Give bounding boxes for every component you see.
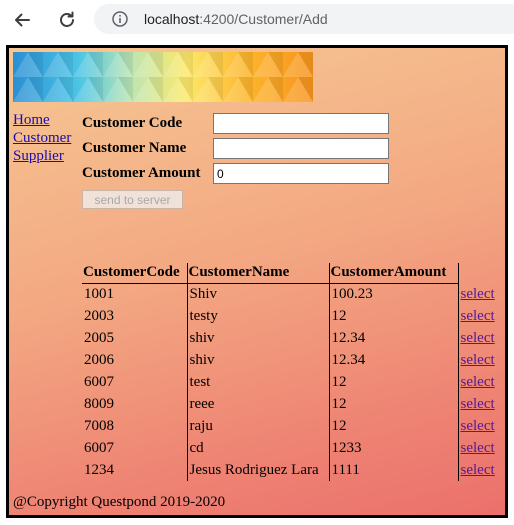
customer-amount-label: Customer Amount bbox=[82, 165, 201, 181]
select-link[interactable]: select bbox=[461, 308, 495, 324]
cell-name: test bbox=[187, 371, 330, 393]
cell-name: testy bbox=[187, 305, 330, 327]
table-row: 1234 Jesus Rodriguez Lara 1111 select bbox=[82, 459, 500, 481]
cell-amount: 12 bbox=[329, 415, 459, 437]
nav-link-supplier[interactable]: Supplier bbox=[13, 147, 71, 165]
cell-amount: 100.23 bbox=[329, 283, 459, 305]
cell-amount: 12 bbox=[329, 305, 459, 327]
cell-name: Jesus Rodriguez Lara bbox=[187, 459, 330, 481]
select-link[interactable]: select bbox=[461, 330, 495, 346]
cell-name: Shiv bbox=[187, 283, 330, 305]
nav-link-customer[interactable]: Customer bbox=[13, 129, 71, 147]
table-row: 2006 shiv 12.34 select bbox=[82, 349, 500, 371]
select-link[interactable]: select bbox=[461, 374, 495, 390]
reload-icon[interactable] bbox=[54, 7, 80, 33]
back-arrow-icon[interactable] bbox=[9, 7, 35, 33]
info-icon[interactable] bbox=[112, 11, 128, 27]
table-row: 2005 shiv 12.34 select bbox=[82, 327, 500, 349]
sidebar-nav: Home Customer Supplier bbox=[13, 111, 71, 165]
cell-code: 2005 bbox=[82, 327, 188, 349]
header-action bbox=[458, 263, 500, 283]
customer-table: CustomerCode CustomerName CustomerAmount… bbox=[82, 263, 500, 481]
url-host: localhost bbox=[144, 11, 200, 27]
table-row: 1001 Shiv 100.23 select bbox=[82, 283, 500, 305]
header-customer-name: CustomerName bbox=[187, 263, 330, 284]
browser-toolbar: localhost:4200/Customer/Add bbox=[0, 0, 514, 40]
cell-amount: 12 bbox=[329, 371, 459, 393]
table-header-row: CustomerCode CustomerName CustomerAmount bbox=[82, 263, 500, 284]
cell-name: cd bbox=[187, 437, 330, 459]
table-row: 6007 cd 1233 select bbox=[82, 437, 500, 459]
cell-amount: 12 bbox=[329, 393, 459, 415]
table-row: 6007 test 12 select bbox=[82, 371, 500, 393]
customer-code-label: Customer Code bbox=[82, 115, 183, 131]
cell-amount: 12.34 bbox=[329, 327, 459, 349]
nav-link-home[interactable]: Home bbox=[13, 111, 71, 129]
banner-image bbox=[13, 52, 313, 102]
customer-name-input[interactable] bbox=[213, 138, 389, 159]
cell-code: 2006 bbox=[82, 349, 188, 371]
cell-name: shiv bbox=[187, 327, 330, 349]
cell-amount: 12.34 bbox=[329, 349, 459, 371]
cell-code: 2003 bbox=[82, 305, 188, 327]
cell-code: 1001 bbox=[82, 283, 188, 305]
cell-name: raju bbox=[187, 415, 330, 437]
header-customer-amount: CustomerAmount bbox=[329, 263, 459, 284]
footer-copyright: @Copyright Questpond 2019-2020 bbox=[13, 494, 226, 510]
select-link[interactable]: select bbox=[461, 352, 495, 368]
cell-code: 1234 bbox=[82, 459, 188, 481]
cell-amount: 1111 bbox=[329, 459, 459, 481]
select-link[interactable]: select bbox=[461, 418, 495, 434]
table-row: 7008 raju 12 select bbox=[82, 415, 500, 437]
cell-name: shiv bbox=[187, 349, 330, 371]
url-path: :4200/Customer/Add bbox=[199, 11, 328, 27]
table-row: 2003 testy 12 select bbox=[82, 305, 500, 327]
cell-name: reee bbox=[187, 393, 330, 415]
cell-amount: 1233 bbox=[329, 437, 459, 459]
customer-code-input[interactable] bbox=[213, 113, 389, 134]
cell-code: 7008 bbox=[82, 415, 188, 437]
customer-name-label: Customer Name bbox=[82, 140, 187, 156]
url-text[interactable]: localhost:4200/Customer/Add bbox=[144, 11, 328, 27]
cell-code: 6007 bbox=[82, 371, 188, 393]
select-link[interactable]: select bbox=[461, 440, 495, 456]
customer-amount-input[interactable] bbox=[213, 163, 389, 184]
header-customer-code: CustomerCode bbox=[82, 263, 188, 284]
send-to-server-button[interactable]: send to server bbox=[82, 190, 183, 209]
table-row: 8009 reee 12 select bbox=[82, 393, 500, 415]
address-bar[interactable]: localhost:4200/Customer/Add bbox=[94, 4, 514, 34]
cell-code: 8009 bbox=[82, 393, 188, 415]
select-link[interactable]: select bbox=[461, 396, 495, 412]
select-link[interactable]: select bbox=[461, 286, 495, 302]
select-link[interactable]: select bbox=[461, 462, 495, 478]
page-frame: Home Customer Supplier Customer Code Cus… bbox=[6, 45, 508, 518]
cell-code: 6007 bbox=[82, 437, 188, 459]
